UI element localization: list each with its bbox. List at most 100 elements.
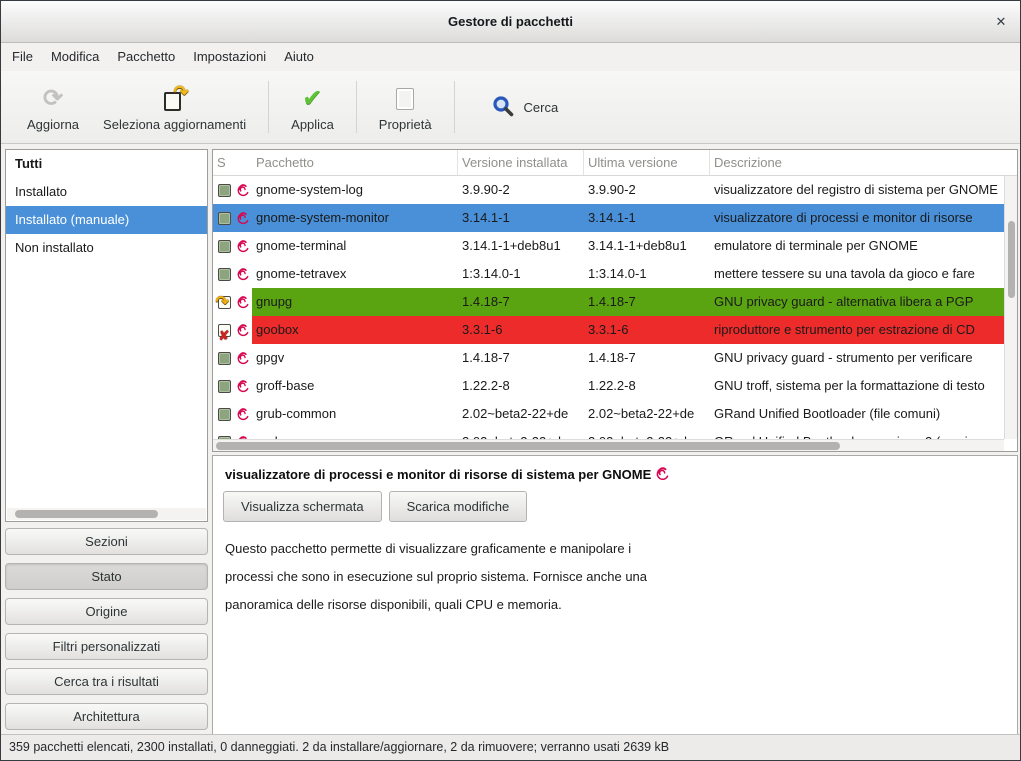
status-remove-icon[interactable]: ✘ (218, 324, 231, 337)
toolbar-separator (454, 81, 455, 133)
latest-version-cell: 1:3.14.0-1 (584, 260, 710, 288)
package-name-cell: groff-base (252, 372, 458, 400)
column-header-description[interactable]: Descrizione (710, 150, 1017, 175)
description-cell: GRand Unified Bootloader, versione 2 (ve… (710, 428, 1004, 439)
description-cell: GNU privacy guard - strumento per verifi… (710, 344, 1004, 372)
status-installed-icon[interactable] (218, 380, 231, 393)
status-installed-icon[interactable] (218, 268, 231, 281)
menu-pacchetto[interactable]: Pacchetto (108, 43, 184, 71)
package-name-cell: gpgv (252, 344, 458, 372)
toolbar-separator (268, 81, 269, 133)
status-button[interactable]: Stato (5, 563, 208, 590)
package-name-cell: grub-common (252, 400, 458, 428)
installed-version-cell: 3.3.1-6 (458, 316, 584, 344)
column-header-status[interactable]: S (213, 150, 235, 175)
column-header-supported[interactable] (235, 150, 252, 175)
table-vscrollbar[interactable] (1004, 176, 1017, 439)
mark-all-upgrades-button[interactable]: ↷ Seleziona aggiornamenti (91, 76, 258, 138)
debian-swirl-icon (235, 400, 252, 428)
installed-version-cell: 1.4.18-7 (458, 344, 584, 372)
installed-version-cell: 1.4.18-7 (458, 288, 584, 316)
table-row[interactable]: gnome-terminal3.14.1-1+deb8u13.14.1-1+de… (213, 232, 1004, 260)
close-icon[interactable]: ✕ (992, 13, 1010, 31)
latest-version-cell: 3.9.90-2 (584, 176, 710, 204)
package-table: S Pacchetto Versione installata Ultima v… (212, 149, 1018, 452)
details-panel: visualizzatore di processi e monitor di … (212, 455, 1018, 735)
filter-list-hscrollbar[interactable] (7, 508, 206, 520)
table-row[interactable]: grub-common2.02~beta2-22+de2.02~beta2-22… (213, 400, 1004, 428)
debian-swirl-icon (235, 344, 252, 372)
menu-file[interactable]: File (3, 43, 42, 71)
table-row[interactable]: ✘goobox3.3.1-63.3.1-6riproduttore e stru… (213, 316, 1004, 344)
installed-version-cell: 3.14.1-1 (458, 204, 584, 232)
installed-version-cell: 2.02~beta2-22+de (458, 400, 584, 428)
custom-filters-button[interactable]: Filtri personalizzati (5, 633, 208, 660)
column-header-package[interactable]: Pacchetto (252, 150, 458, 175)
description-cell: mettere tessere su una tavola da gioco e… (710, 260, 1004, 288)
column-header-latest-version[interactable]: Ultima versione (584, 150, 710, 175)
table-row[interactable]: grub-pc2.02~beta2-22+de2.02~beta2-22+deG… (213, 428, 1004, 439)
debian-swirl-icon (235, 316, 252, 344)
status-installed-icon[interactable] (218, 408, 231, 421)
architecture-button[interactable]: Architettura (5, 703, 208, 730)
search-icon (491, 94, 515, 121)
search-results-button[interactable]: Cerca tra i risultati (5, 668, 208, 695)
latest-version-cell: 3.14.1-1+deb8u1 (584, 232, 710, 260)
latest-version-cell: 3.3.1-6 (584, 316, 710, 344)
status-installed-icon[interactable] (218, 352, 231, 365)
titlebar[interactable]: Gestore di pacchetti ✕ (1, 1, 1020, 43)
filter-item-installato-manuale[interactable]: Installato (manuale) (6, 206, 207, 234)
debian-swirl-icon (235, 288, 252, 316)
latest-version-cell: 1.4.18-7 (584, 344, 710, 372)
window-title: Gestore di pacchetti (1, 1, 1020, 43)
description-cell: GNU privacy guard - alternativa libera a… (710, 288, 1004, 316)
table-row[interactable]: gnome-system-monitor3.14.1-13.14.1-1visu… (213, 204, 1004, 232)
properties-button[interactable]: Proprietà (367, 76, 444, 138)
column-header-installed-version[interactable]: Versione installata (458, 150, 584, 175)
filter-item-tutti[interactable]: Tutti (6, 150, 207, 178)
package-manager-window: Gestore di pacchetti ✕ File Modifica Pac… (0, 0, 1021, 761)
view-screenshot-button[interactable]: Visualizza schermata (223, 491, 382, 522)
details-button-row: Visualizza schermata Scarica modifiche (213, 491, 1017, 522)
toolbar-separator (356, 81, 357, 133)
latest-version-cell: 1.22.2-8 (584, 372, 710, 400)
status-upgrade-icon[interactable]: ↷ (218, 296, 231, 309)
table-header: S Pacchetto Versione installata Ultima v… (213, 150, 1017, 176)
status-installed-icon[interactable] (218, 212, 231, 225)
apply-check-icon: ✔ (299, 86, 325, 112)
menubar: File Modifica Pacchetto Impostazioni Aiu… (1, 43, 1020, 71)
installed-version-cell: 3.9.90-2 (458, 176, 584, 204)
mark-upgrades-icon: ↷ (162, 86, 188, 112)
table-row[interactable]: gnome-system-log3.9.90-23.9.90-2visualiz… (213, 176, 1004, 204)
menu-modifica[interactable]: Modifica (42, 43, 108, 71)
filter-item-installato[interactable]: Installato (6, 178, 207, 206)
apply-button[interactable]: ✔ Applica (279, 76, 346, 138)
origin-button[interactable]: Origine (5, 598, 208, 625)
package-name-cell: gnupg (252, 288, 458, 316)
details-title: visualizzatore di processi e monitor di … (213, 456, 1017, 491)
filter-item-non-installato[interactable]: Non installato (6, 234, 207, 262)
table-row[interactable]: ↷gnupg1.4.18-71.4.18-7GNU privacy guard … (213, 288, 1004, 316)
installed-version-cell: 3.14.1-1+deb8u1 (458, 232, 584, 260)
latest-version-cell: 2.02~beta2-22+de (584, 428, 710, 439)
menu-aiuto[interactable]: Aiuto (275, 43, 323, 71)
filter-list: Tutti Installato Installato (manuale) No… (5, 149, 208, 522)
debian-swirl-icon (235, 428, 252, 439)
status-installed-icon[interactable] (218, 240, 231, 253)
latest-version-cell: 1.4.18-7 (584, 288, 710, 316)
sections-button[interactable]: Sezioni (5, 528, 208, 555)
search-button[interactable]: Cerca (479, 86, 571, 129)
package-name-cell: gnome-system-log (252, 176, 458, 204)
menu-impostazioni[interactable]: Impostazioni (184, 43, 275, 71)
debian-swirl-icon (235, 372, 252, 400)
installed-version-cell: 1:3.14.0-1 (458, 260, 584, 288)
description-cell: riproduttore e strumento per estrazione … (710, 316, 1004, 344)
table-row[interactable]: gpgv1.4.18-71.4.18-7GNU privacy guard - … (213, 344, 1004, 372)
table-row[interactable]: gnome-tetravex1:3.14.0-11:3.14.0-1metter… (213, 260, 1004, 288)
package-name-cell: gnome-system-monitor (252, 204, 458, 232)
table-hscrollbar[interactable] (213, 439, 1004, 451)
get-changelog-button[interactable]: Scarica modifiche (389, 491, 528, 522)
table-row[interactable]: groff-base1.22.2-81.22.2-8GNU troff, sis… (213, 372, 1004, 400)
status-installed-icon[interactable] (218, 184, 231, 197)
reload-button[interactable]: ⟳ Aggiorna (15, 76, 91, 138)
